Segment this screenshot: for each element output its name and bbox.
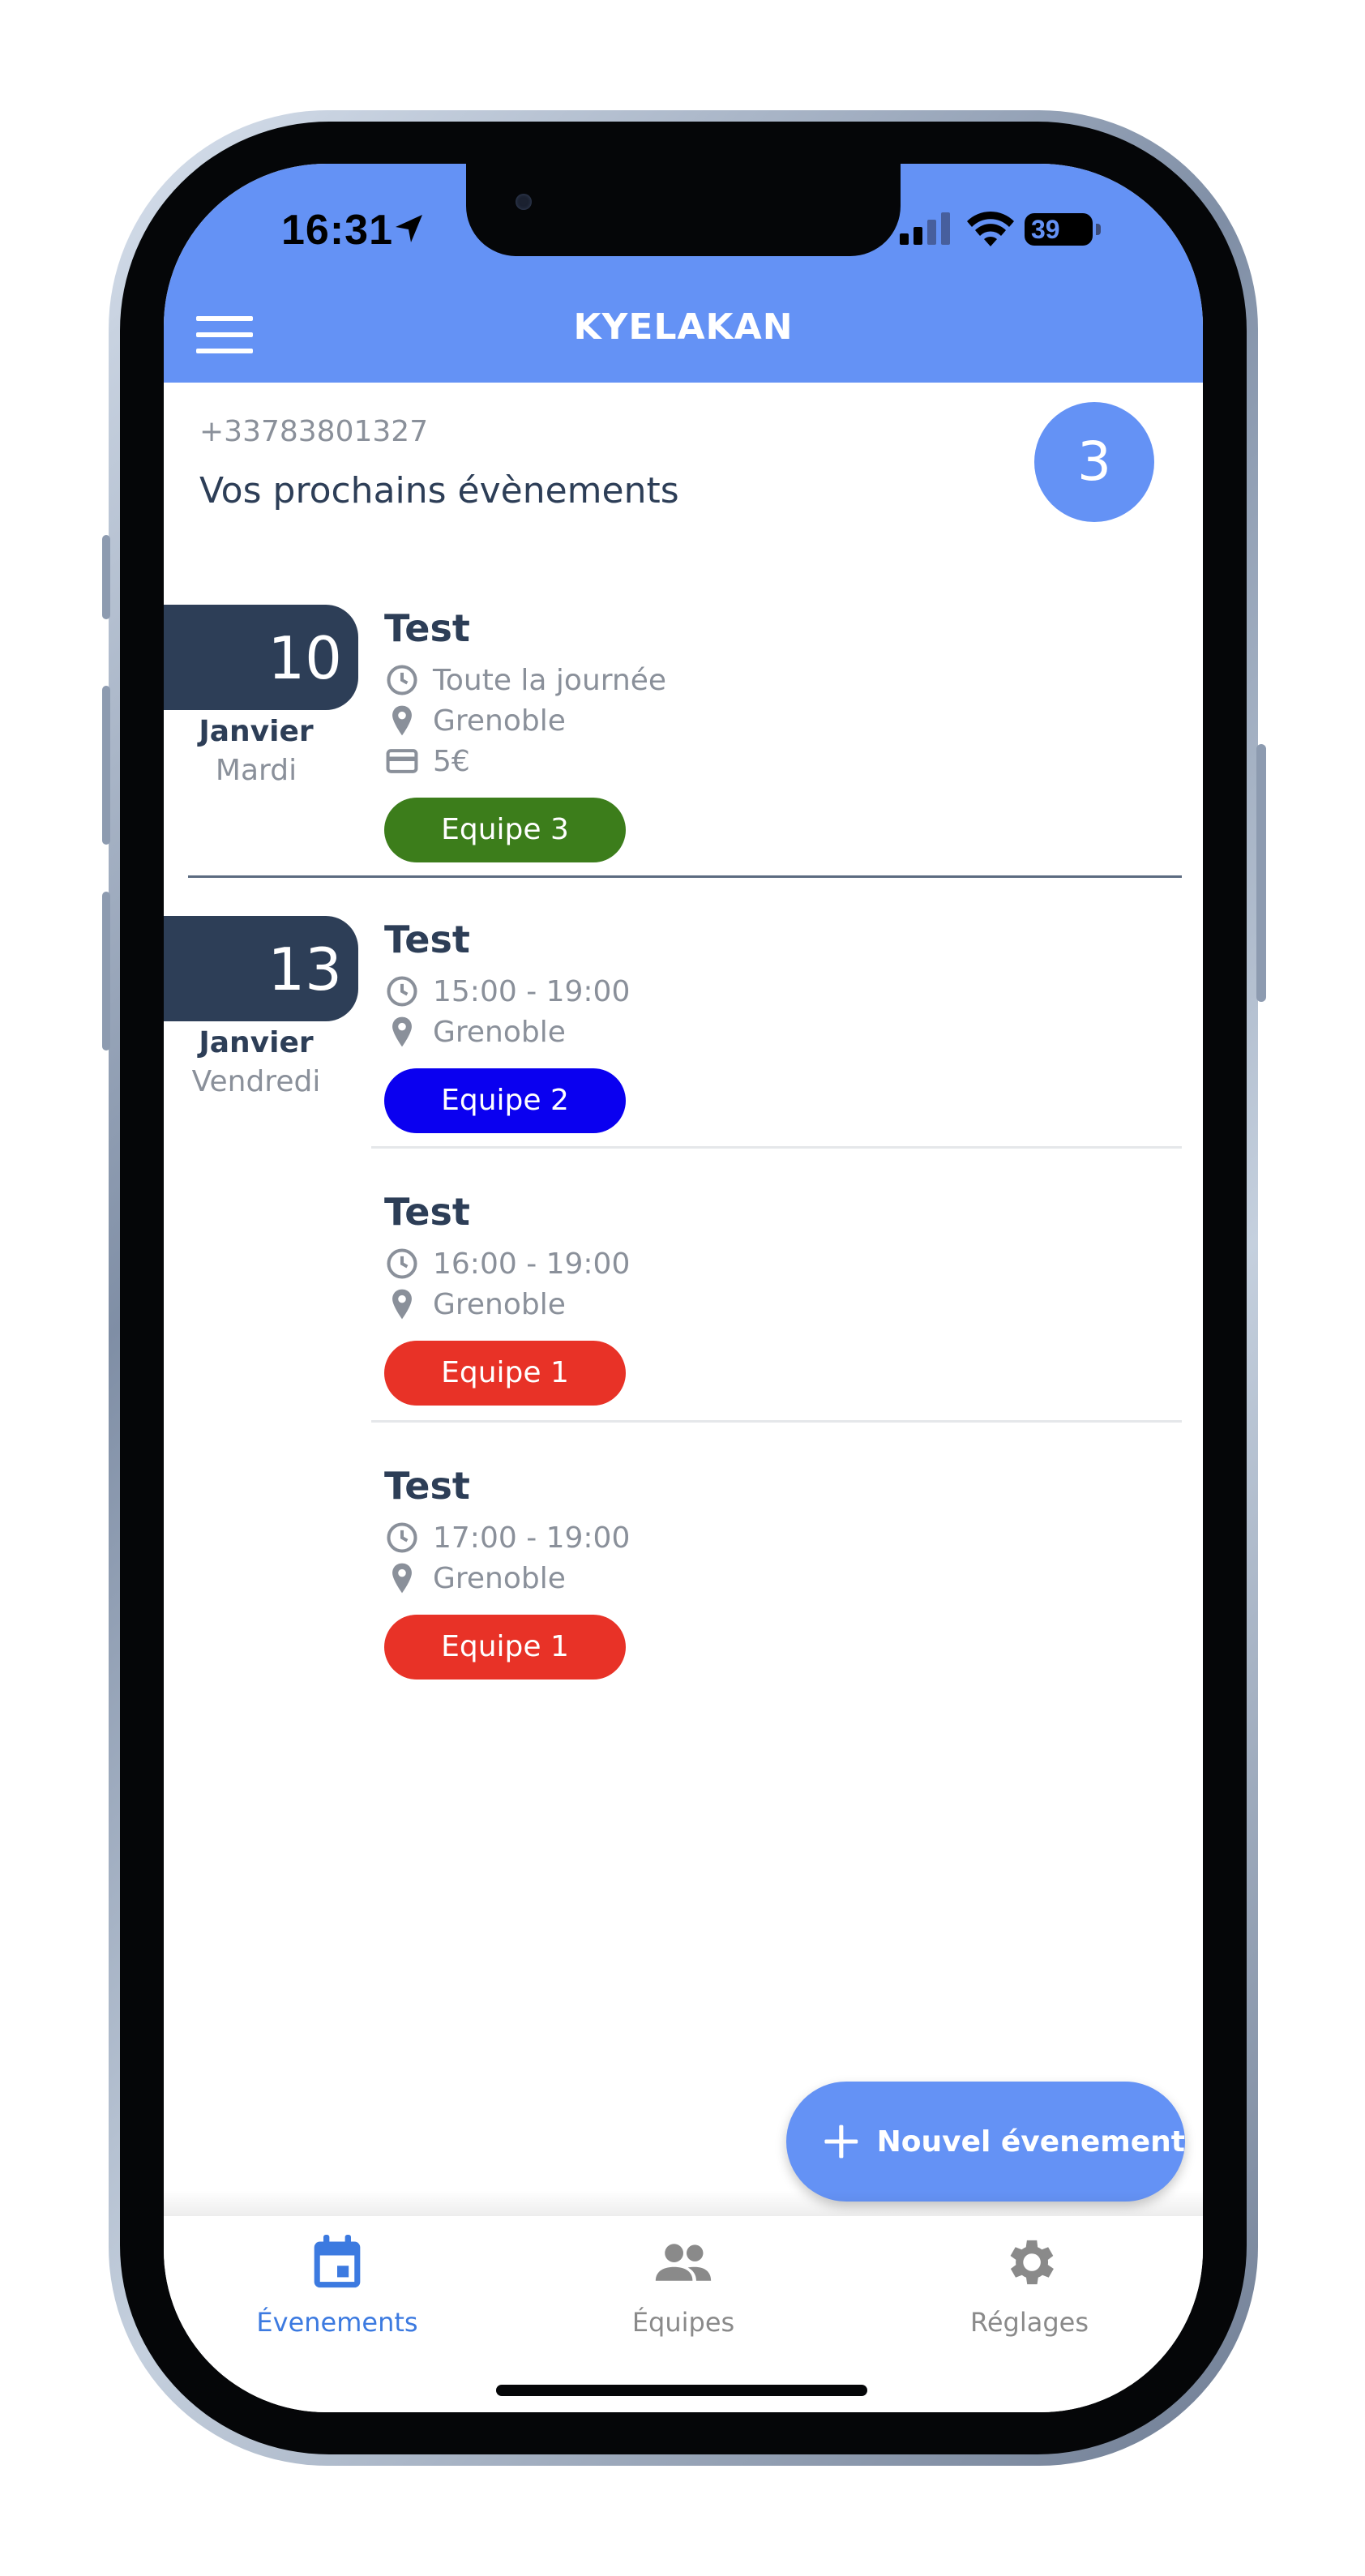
event-time-row: 15:00 - 19:00 [384, 971, 1179, 1012]
event-divider [371, 1146, 1182, 1149]
location-pin-icon [392, 1016, 412, 1047]
event-location-row: Grenoble [384, 1284, 1179, 1324]
front-camera [516, 194, 532, 210]
clock-icon [387, 1522, 417, 1553]
event-location: Grenoble [433, 1287, 566, 1321]
event-time: Toute la journée [433, 663, 667, 697]
event-card[interactable]: Test Toute la journée Grenoble 5€ Equipe… [384, 606, 1179, 862]
page-title: Vos prochains évènements [199, 470, 679, 511]
event-location-row: Grenoble [384, 1012, 1179, 1052]
team-badge[interactable]: Equipe 2 [384, 1068, 626, 1133]
mute-switch [102, 535, 110, 619]
location-pin-icon [392, 705, 412, 736]
clock-icon [387, 665, 417, 695]
date-weekday: Vendredi [191, 1065, 321, 1098]
volume-up-button [102, 686, 110, 845]
camera-notch [466, 164, 901, 256]
home-indicator[interactable] [496, 2385, 867, 2396]
location-pin-icon [392, 1563, 412, 1594]
power-button [1256, 744, 1266, 1002]
event-card[interactable]: Test 15:00 - 19:00 Grenoble Equipe 2 [384, 918, 1179, 1133]
calendar-icon [314, 2235, 361, 2288]
event-title: Test [384, 918, 470, 961]
date-weekday: Mardi [215, 754, 297, 787]
clock-icon [387, 976, 417, 1007]
date-tab-day: 13 [164, 916, 358, 1021]
menu-icon-line [196, 349, 253, 353]
event-title: Test [384, 606, 470, 650]
event-time: 15:00 - 19:00 [433, 974, 631, 1008]
status-time: 16:31 [281, 207, 393, 254]
event-time-row: 17:00 - 19:00 [384, 1517, 1179, 1558]
team-badge[interactable]: Equipe 1 [384, 1615, 626, 1680]
battery-indicator: 39 [1025, 213, 1093, 246]
volume-down-button [102, 892, 110, 1051]
tabbar-shadow [164, 2190, 1203, 2216]
date-tab-day: 10 [164, 605, 358, 710]
plus-icon [824, 2125, 858, 2159]
tab-label: Équipes [631, 2307, 735, 2338]
location-arrow-icon [396, 215, 422, 242]
team-badge[interactable]: Equipe 1 [384, 1341, 626, 1406]
location-pin-icon [392, 1289, 412, 1320]
event-location-row: Grenoble [384, 1558, 1179, 1598]
event-location: Grenoble [433, 1015, 566, 1049]
event-time-row: 16:00 - 19:00 [384, 1243, 1179, 1284]
event-time: 17:00 - 19:00 [433, 1521, 631, 1555]
event-title: Test [384, 1190, 470, 1234]
event-location: Grenoble [433, 1561, 566, 1595]
event-time-row: Toute la journée [384, 660, 1179, 700]
date-month: Janvier [199, 715, 314, 748]
event-card[interactable]: Test 17:00 - 19:00 Grenoble Equipe 1 [384, 1464, 1179, 1680]
event-card[interactable]: Test 16:00 - 19:00 Grenoble Equipe 1 [384, 1190, 1179, 1406]
cellular-signal-icon [900, 212, 950, 245]
event-price-row: 5€ [384, 741, 1179, 781]
tab-teams[interactable]: Équipes [537, 2232, 829, 2338]
tab-label: Évenements [256, 2307, 418, 2338]
event-divider [371, 1420, 1182, 1423]
bottom-tab-bar: Évenements Équipes Réglages [164, 2216, 1203, 2412]
battery-cap [1096, 224, 1101, 235]
event-location: Grenoble [433, 704, 566, 738]
tab-settings[interactable]: Réglages [884, 2232, 1175, 2338]
user-phone-number: +33783801327 [199, 415, 429, 448]
event-price: 5€ [433, 744, 470, 778]
events-count-badge: 3 [1034, 402, 1154, 522]
app-screen: 16:31 39 KYELAKAN +33783801327 Vos proch… [164, 164, 1203, 2412]
app-title: KYELAKAN [573, 306, 794, 348]
new-event-button[interactable]: Nouvel évenement [786, 2082, 1185, 2202]
date-month: Janvier [199, 1026, 314, 1059]
event-time: 16:00 - 19:00 [433, 1247, 631, 1281]
team-badge[interactable]: Equipe 3 [384, 798, 626, 862]
people-icon [655, 2244, 712, 2281]
new-event-label: Nouvel évenement [876, 2125, 1185, 2159]
event-title: Test [384, 1464, 470, 1508]
wifi-icon [967, 211, 1014, 246]
tab-label: Réglages [970, 2307, 1089, 2338]
clock-icon [387, 1248, 417, 1279]
tab-events[interactable]: Évenements [191, 2232, 483, 2338]
gear-icon [1010, 2240, 1054, 2285]
credit-card-icon [386, 749, 418, 773]
event-location-row: Grenoble [384, 700, 1179, 741]
day-divider [188, 875, 1182, 878]
